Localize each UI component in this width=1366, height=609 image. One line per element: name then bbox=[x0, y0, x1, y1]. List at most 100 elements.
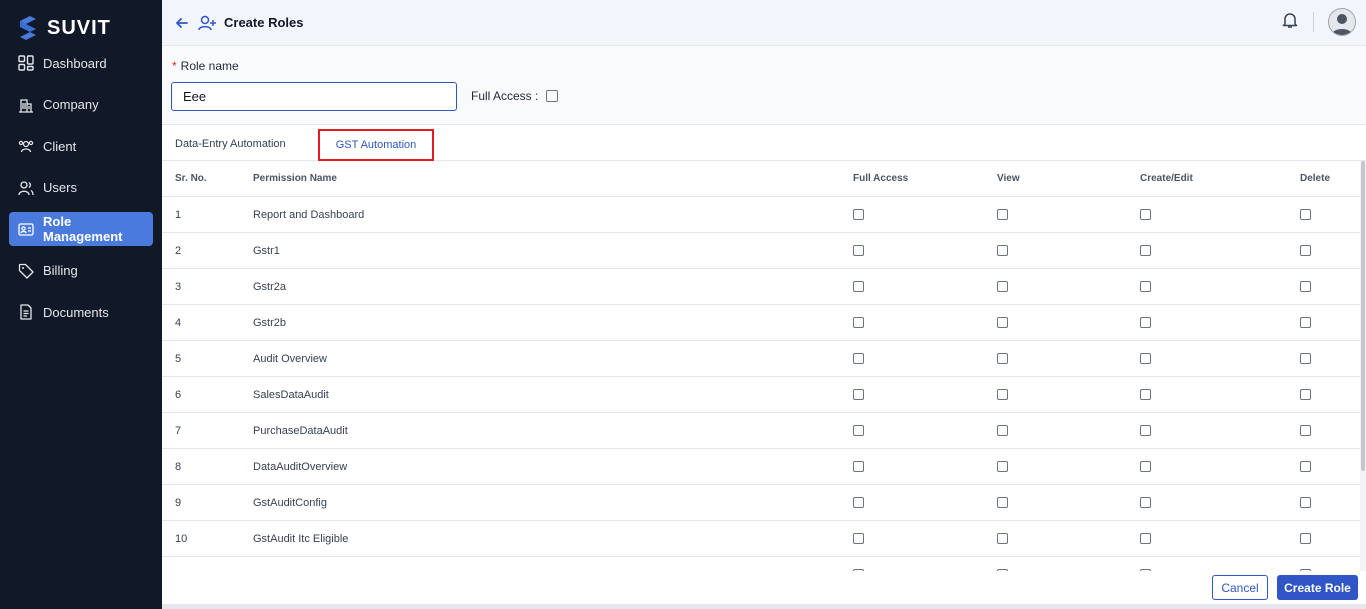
table-body: 1 Report and Dashboard 2 Gstr1 3 Gstr2a 4 Gstr2… bbox=[162, 197, 1360, 571]
delete-checkbox[interactable] bbox=[1300, 461, 1311, 472]
delete-checkbox[interactable] bbox=[1300, 533, 1311, 544]
header-divider bbox=[1313, 12, 1314, 32]
brand-logo[interactable]: SUVIT bbox=[0, 0, 162, 46]
row-permission-name: Report and Dashboard bbox=[253, 208, 365, 221]
page-title: Create Roles bbox=[224, 15, 304, 30]
row-permission-name: Gstr1 bbox=[253, 244, 280, 257]
row-sr-no: 2 bbox=[175, 244, 182, 257]
back-button[interactable] bbox=[172, 13, 192, 33]
row-sr-no: 3 bbox=[175, 280, 182, 293]
role-name-input[interactable] bbox=[171, 82, 457, 111]
create-edit-checkbox[interactable] bbox=[1140, 461, 1151, 472]
full-access-checkbox[interactable] bbox=[853, 461, 864, 472]
sidebar-item-dashboard[interactable]: Dashboard bbox=[9, 46, 153, 80]
sidebar-item-role-management[interactable]: Role Management bbox=[9, 212, 153, 246]
delete-checkbox[interactable] bbox=[1300, 389, 1311, 400]
sidebar-item-label: Role Management bbox=[43, 214, 123, 244]
building-icon bbox=[18, 97, 34, 113]
create-edit-checkbox[interactable] bbox=[1140, 425, 1151, 436]
avatar[interactable] bbox=[1328, 8, 1356, 36]
view-checkbox-cell bbox=[997, 521, 1008, 556]
delete-checkbox[interactable] bbox=[1300, 245, 1311, 256]
users-icon bbox=[18, 180, 34, 196]
view-checkbox[interactable] bbox=[997, 245, 1008, 256]
create-edit-checkbox[interactable] bbox=[1140, 281, 1151, 292]
sidebar-item-client[interactable]: Client bbox=[9, 129, 153, 163]
permissions-table: Sr. No. Permission Name Full Access View… bbox=[162, 161, 1360, 571]
view-checkbox[interactable] bbox=[997, 461, 1008, 472]
full-access-checkbox[interactable] bbox=[853, 497, 864, 508]
view-checkbox[interactable] bbox=[997, 317, 1008, 328]
full-access-checkbox[interactable] bbox=[853, 569, 864, 571]
delete-checkbox-cell bbox=[1300, 521, 1311, 556]
delete-checkbox[interactable] bbox=[1300, 425, 1311, 436]
create-edit-checkbox[interactable] bbox=[1140, 533, 1151, 544]
full-access-checkbox[interactable] bbox=[853, 209, 864, 220]
delete-checkbox[interactable] bbox=[1300, 353, 1311, 364]
view-checkbox[interactable] bbox=[997, 425, 1008, 436]
full-access-checkbox[interactable] bbox=[853, 281, 864, 292]
create-edit-checkbox[interactable] bbox=[1140, 353, 1151, 364]
sidebar-item-label: Dashboard bbox=[43, 55, 107, 71]
create-edit-checkbox[interactable] bbox=[1140, 569, 1151, 571]
view-checkbox[interactable] bbox=[997, 497, 1008, 508]
tab-data-entry-automation[interactable]: Data-Entry Automation bbox=[175, 133, 286, 155]
view-checkbox[interactable] bbox=[997, 533, 1008, 544]
header-create-edit: Create/Edit bbox=[1140, 173, 1193, 184]
create-edit-checkbox-cell bbox=[1140, 197, 1151, 232]
view-checkbox-cell bbox=[997, 485, 1008, 520]
view-checkbox-cell bbox=[997, 269, 1008, 304]
top-header: Create Roles bbox=[162, 0, 1366, 46]
view-checkbox-cell bbox=[997, 449, 1008, 484]
full-access-checkbox[interactable] bbox=[853, 389, 864, 400]
sidebar-item-company[interactable]: Company bbox=[9, 88, 153, 122]
delete-checkbox[interactable] bbox=[1300, 569, 1311, 571]
automation-tabs: Data-Entry Automation GST Automation bbox=[162, 125, 1366, 161]
create-edit-checkbox-cell bbox=[1140, 341, 1151, 376]
delete-checkbox-cell bbox=[1300, 449, 1311, 484]
table-scrollbar[interactable] bbox=[1360, 161, 1366, 571]
delete-checkbox-cell bbox=[1300, 305, 1311, 340]
delete-checkbox[interactable] bbox=[1300, 497, 1311, 508]
view-checkbox[interactable] bbox=[997, 353, 1008, 364]
sidebar-item-users[interactable]: Users bbox=[9, 171, 153, 205]
role-name-label-text: Role name bbox=[180, 59, 239, 73]
view-checkbox[interactable] bbox=[997, 389, 1008, 400]
role-name-label: * Role name bbox=[172, 59, 239, 73]
delete-checkbox[interactable] bbox=[1300, 209, 1311, 220]
full-access-checkbox-cell bbox=[853, 233, 864, 268]
clients-icon bbox=[18, 138, 34, 154]
full-access-checkbox[interactable] bbox=[853, 533, 864, 544]
delete-checkbox[interactable] bbox=[1300, 281, 1311, 292]
create-role-button[interactable]: Create Role bbox=[1277, 575, 1358, 600]
table-row bbox=[162, 557, 1360, 571]
view-checkbox[interactable] bbox=[997, 209, 1008, 220]
brand-name: SUVIT bbox=[47, 16, 111, 39]
bell-icon[interactable] bbox=[1281, 11, 1299, 34]
full-access-checkbox[interactable] bbox=[853, 353, 864, 364]
full-access-checkbox[interactable] bbox=[546, 90, 559, 102]
tab-gst-automation[interactable]: GST Automation bbox=[318, 129, 434, 161]
delete-checkbox-cell bbox=[1300, 269, 1311, 304]
bottom-bar bbox=[162, 604, 1366, 609]
create-edit-checkbox[interactable] bbox=[1140, 245, 1151, 256]
create-edit-checkbox[interactable] bbox=[1140, 209, 1151, 220]
view-checkbox[interactable] bbox=[997, 281, 1008, 292]
delete-checkbox[interactable] bbox=[1300, 317, 1311, 328]
row-sr-no: 6 bbox=[175, 388, 182, 401]
create-edit-checkbox[interactable] bbox=[1140, 317, 1151, 328]
create-edit-checkbox[interactable] bbox=[1140, 497, 1151, 508]
full-access-checkbox[interactable] bbox=[853, 245, 864, 256]
sidebar-item-billing[interactable]: Billing bbox=[9, 254, 153, 288]
cancel-button[interactable]: Cancel bbox=[1212, 575, 1268, 600]
sidebar-item-documents[interactable]: Documents bbox=[9, 295, 153, 329]
document-icon bbox=[18, 304, 34, 320]
suvit-logo-icon bbox=[20, 16, 36, 40]
create-edit-checkbox[interactable] bbox=[1140, 389, 1151, 400]
full-access-checkbox[interactable] bbox=[853, 425, 864, 436]
view-checkbox[interactable] bbox=[997, 569, 1008, 571]
row-sr-no: 4 bbox=[175, 316, 182, 329]
full-access-checkbox[interactable] bbox=[853, 317, 864, 328]
row-permission-name: PurchaseDataAudit bbox=[253, 424, 348, 437]
scrollbar-thumb[interactable] bbox=[1361, 161, 1365, 471]
